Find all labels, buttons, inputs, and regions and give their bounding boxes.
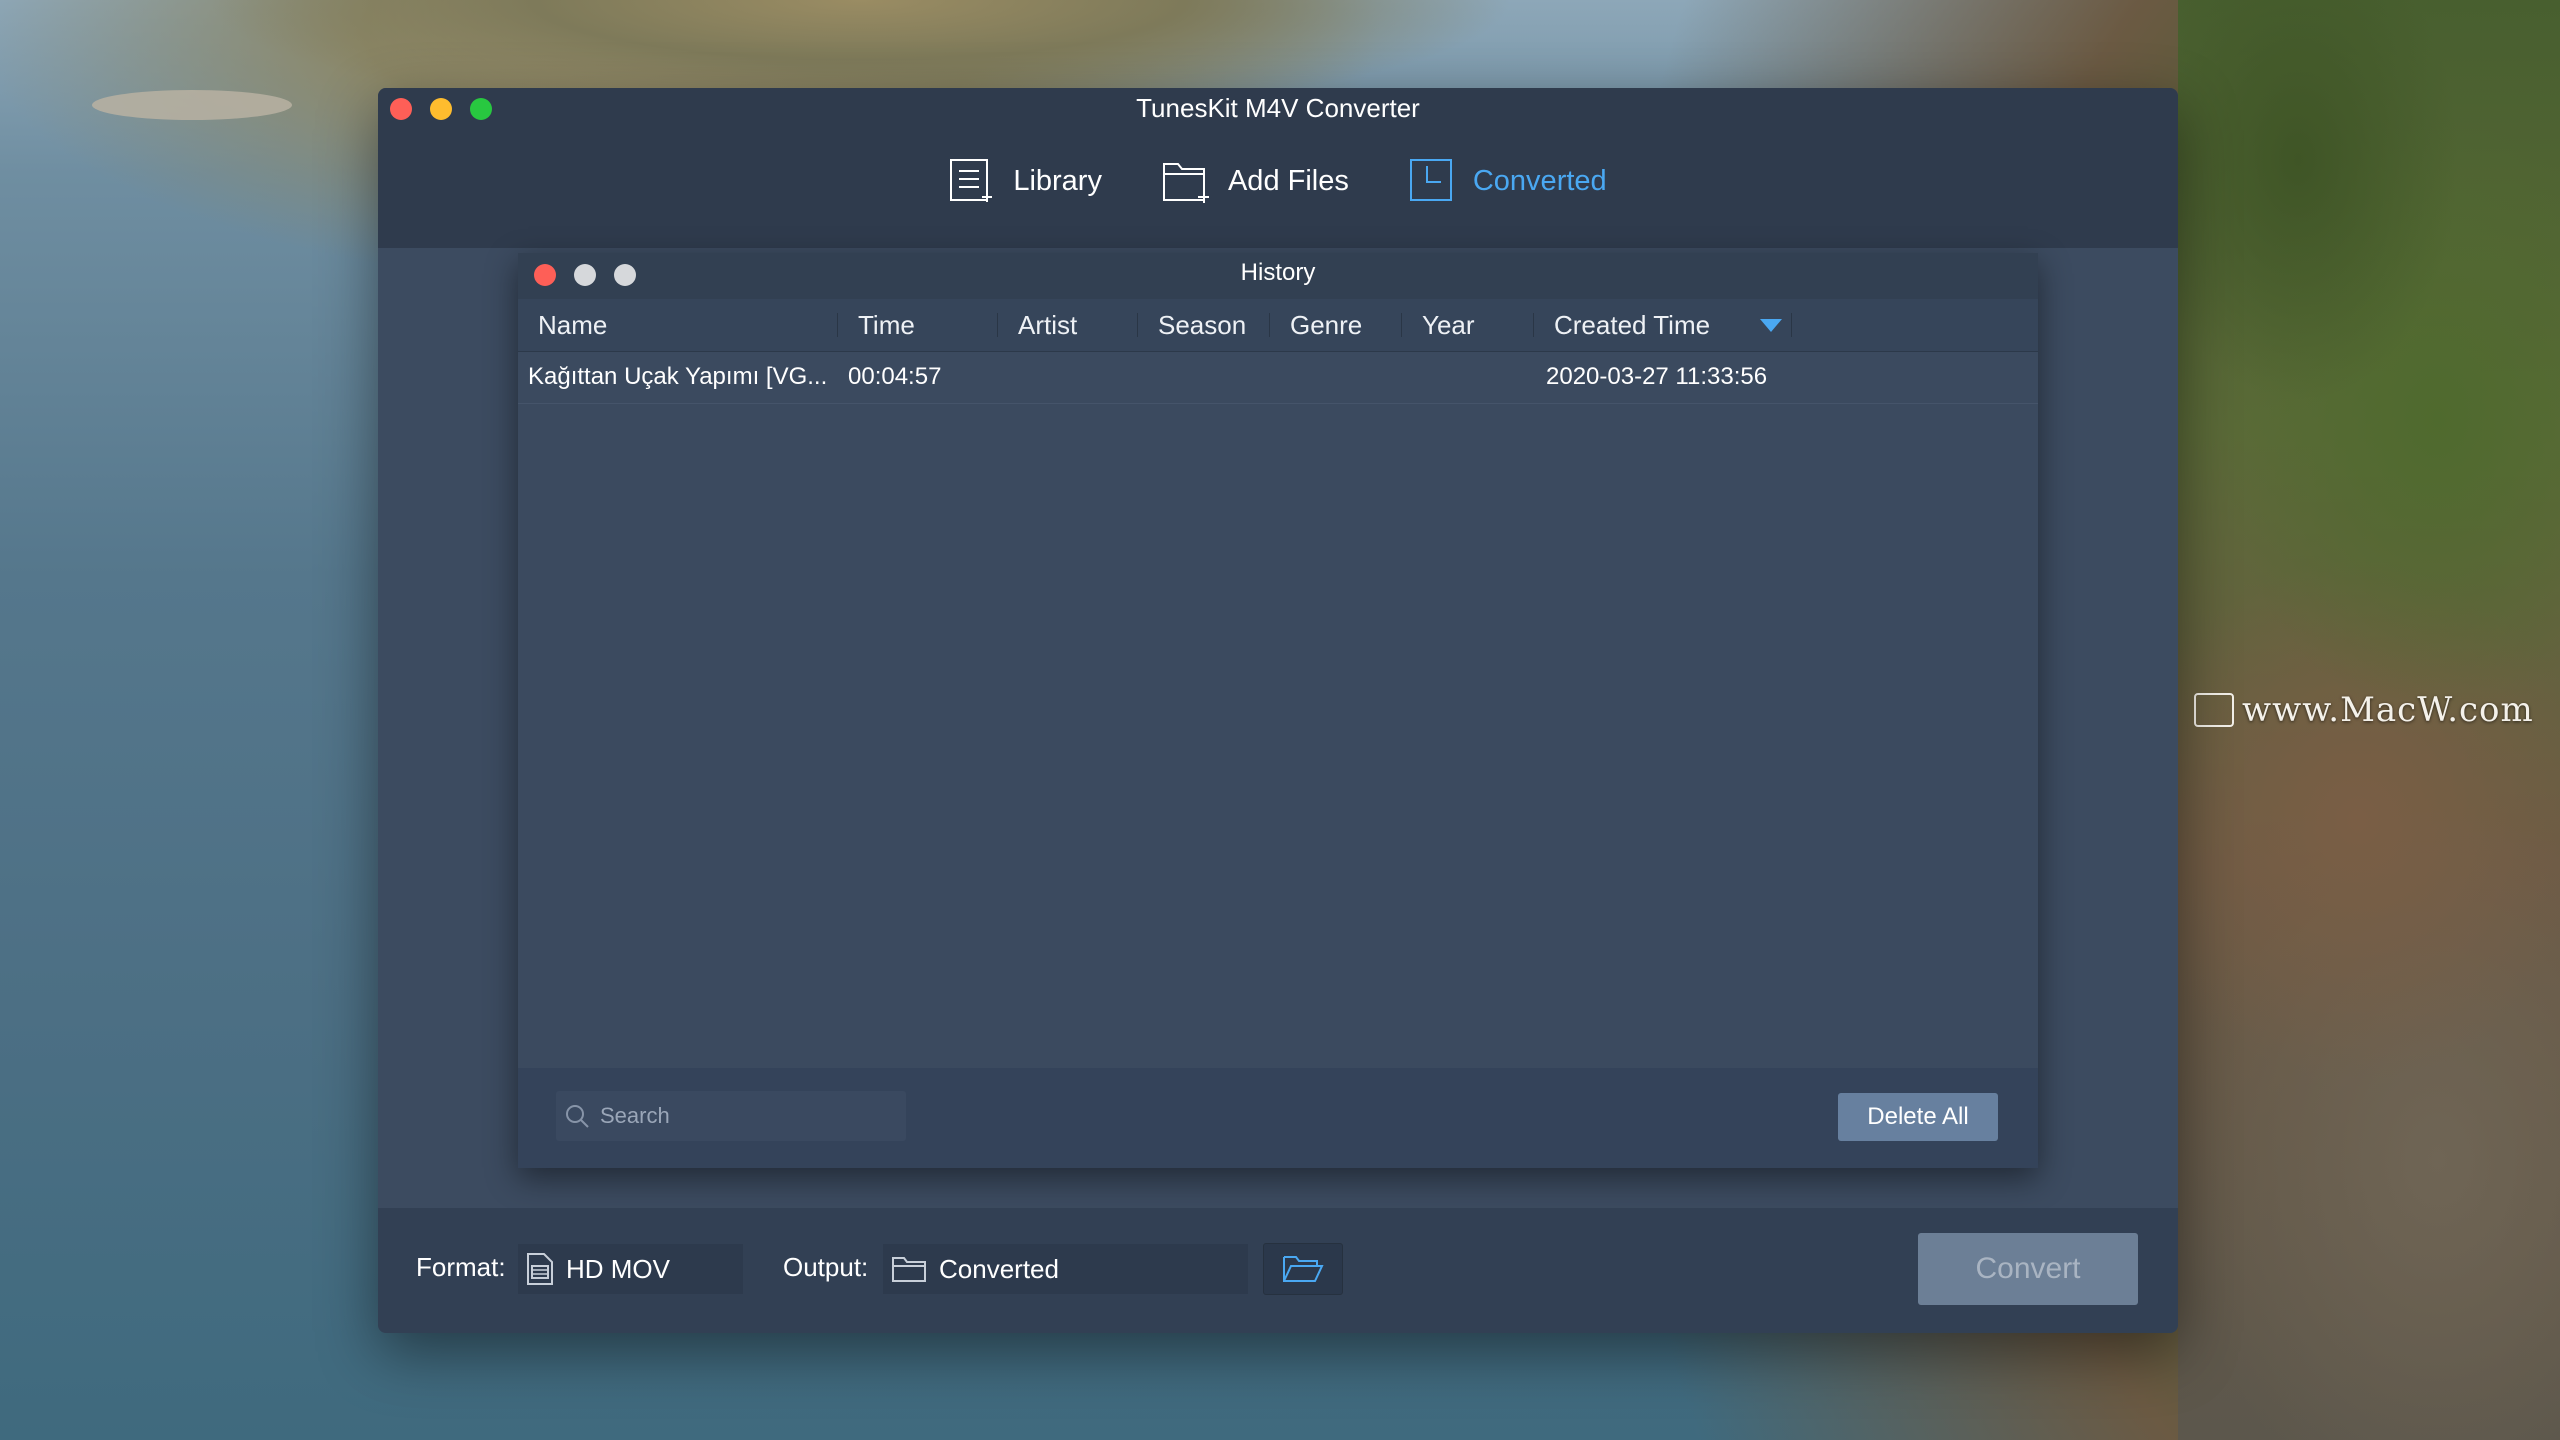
toolbar-add-files[interactable]: Add Files bbox=[1162, 158, 1349, 204]
app-window: TunesKit M4V Converter Library Add Files… bbox=[378, 88, 2178, 1333]
format-selector[interactable]: HD MOV bbox=[518, 1244, 743, 1294]
column-time[interactable]: Time bbox=[838, 299, 998, 351]
table-header: Name Time Artist Season Genre Year Creat… bbox=[518, 299, 2038, 352]
delete-all-button[interactable]: Delete All bbox=[1838, 1093, 1998, 1141]
browse-folder-button[interactable] bbox=[1263, 1243, 1343, 1295]
toolbar-library[interactable]: Library bbox=[949, 158, 1102, 204]
column-artist-label: Artist bbox=[1018, 309, 1078, 340]
output-label: Output: bbox=[783, 1252, 869, 1282]
row-name: Kağıttan Uçak Yapımı [VG... bbox=[528, 363, 828, 390]
search-icon bbox=[566, 1105, 589, 1128]
toolbar-converted[interactable]: Converted bbox=[1409, 158, 1607, 204]
open-folder-icon bbox=[1283, 1256, 1324, 1282]
column-created-time[interactable]: Created Time bbox=[1534, 299, 1792, 351]
format-value: HD MOV bbox=[566, 1253, 670, 1284]
column-time-label: Time bbox=[858, 309, 915, 340]
search-box[interactable] bbox=[556, 1091, 906, 1141]
watermark-logo-icon bbox=[2194, 693, 2234, 727]
table-row[interactable]: Kağıttan Uçak Yapımı [VG... 00:04:57 202… bbox=[518, 351, 2038, 404]
column-genre[interactable]: Genre bbox=[1270, 299, 1402, 351]
window-title: TunesKit M4V Converter bbox=[1136, 93, 1420, 123]
history-panel: History Name Time Artist Season Genre Ye… bbox=[518, 253, 2038, 1168]
column-year[interactable]: Year bbox=[1402, 299, 1534, 351]
video-file-icon bbox=[527, 1253, 553, 1285]
column-artist[interactable]: Artist bbox=[998, 299, 1138, 351]
watermark: www.MacW.com bbox=[2194, 690, 2534, 730]
watermark-text: www.MacW.com bbox=[2242, 690, 2534, 730]
format-label: Format: bbox=[416, 1252, 506, 1282]
background-islet bbox=[92, 90, 292, 120]
toolbar-add-files-label: Add Files bbox=[1227, 164, 1349, 197]
main-toolbar: Library Add Files Converted bbox=[378, 158, 2178, 204]
add-files-icon bbox=[1162, 163, 1209, 203]
output-path-field[interactable]: Converted bbox=[883, 1244, 1248, 1294]
column-season[interactable]: Season bbox=[1138, 299, 1270, 351]
history-title: History bbox=[1240, 259, 1316, 286]
output-value: Converted bbox=[939, 1253, 1059, 1284]
row-created-time: 2020-03-27 11:33:56 bbox=[1546, 363, 1768, 390]
toolbar-converted-label: Converted bbox=[1472, 164, 1607, 197]
toolbar-library-label: Library bbox=[1013, 164, 1102, 197]
search-input[interactable] bbox=[598, 1102, 882, 1130]
folder-icon bbox=[892, 1257, 926, 1282]
column-name[interactable]: Name bbox=[518, 299, 838, 351]
row-time: 00:04:57 bbox=[848, 363, 942, 390]
column-genre-label: Genre bbox=[1290, 309, 1363, 340]
sort-descending-icon bbox=[1760, 318, 1782, 332]
history-footer: Delete All bbox=[518, 1068, 2038, 1168]
column-year-label: Year bbox=[1422, 309, 1475, 340]
converted-icon bbox=[1409, 159, 1452, 201]
background-hill bbox=[210, 0, 1510, 90]
window-titlebar: TunesKit M4V Converter Library Add Files… bbox=[378, 88, 2178, 248]
convert-button[interactable]: Convert bbox=[1918, 1233, 2138, 1305]
column-name-label: Name bbox=[538, 309, 608, 340]
column-season-label: Season bbox=[1158, 309, 1247, 340]
column-spacer bbox=[1792, 299, 2038, 351]
history-titlebar: History bbox=[518, 253, 2038, 299]
bottom-bar: Format: HD MOV Output: Converted Convert bbox=[378, 1208, 2178, 1333]
column-created-time-label: Created Time bbox=[1554, 309, 1711, 340]
library-icon bbox=[950, 159, 993, 202]
